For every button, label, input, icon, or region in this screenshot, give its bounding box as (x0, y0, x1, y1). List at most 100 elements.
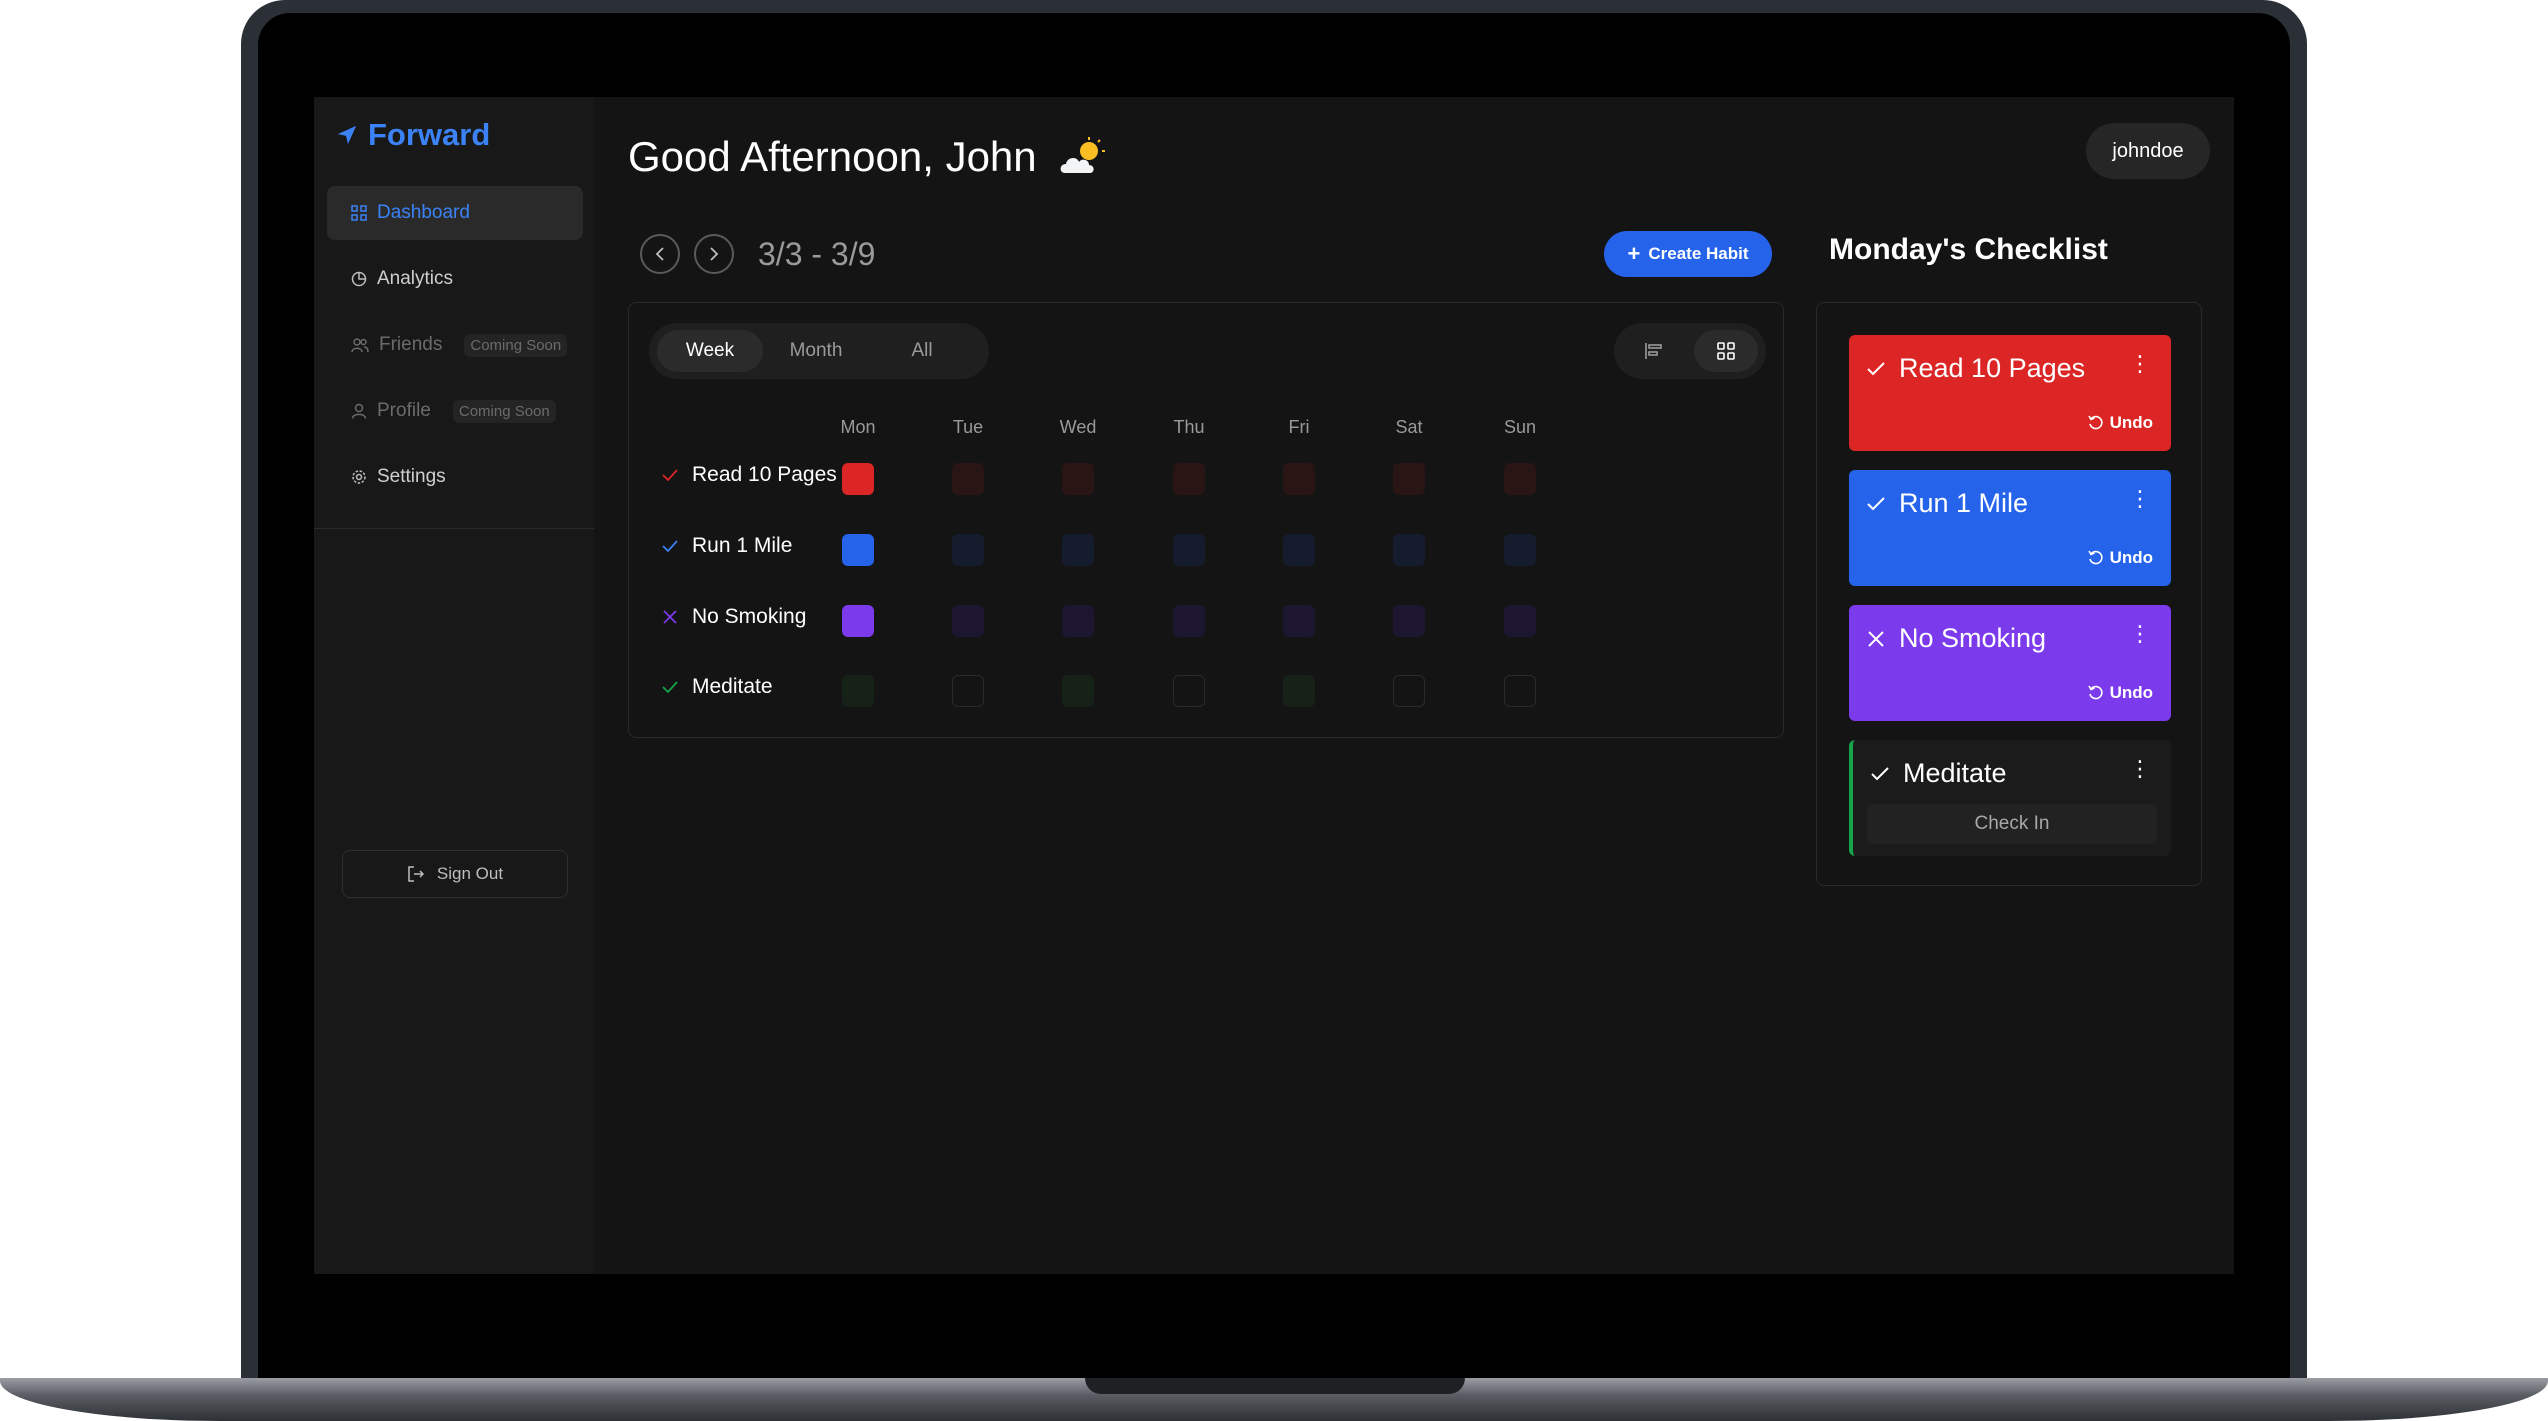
habit-day-cell[interactable] (1283, 675, 1315, 707)
bar-list-icon (1645, 343, 1662, 359)
sidebar-item-dashboard[interactable]: Dashboard (327, 186, 583, 240)
greeting-header: Good Afternoon, John (628, 133, 1107, 181)
habit-day-cell[interactable] (1393, 675, 1425, 707)
day-header-tue: Tue (952, 417, 984, 437)
undo-icon (2087, 685, 2103, 700)
day-header-sat: Sat (1395, 417, 1423, 437)
habit-day-cell[interactable] (952, 605, 984, 637)
habit-day-cell[interactable] (842, 605, 874, 637)
check-icon (1871, 766, 1889, 780)
habit-day-cell[interactable] (842, 534, 874, 566)
undo-button[interactable]: Undo (2087, 413, 2153, 433)
more-vertical-icon[interactable]: ⋮ (2129, 353, 2151, 375)
tab-week[interactable]: Week (657, 330, 763, 372)
chevron-right-icon (710, 247, 719, 261)
checklist-card-no-smoking[interactable]: No Smoking ⋮ Undo (1849, 605, 2171, 721)
day-header-thu: Thu (1173, 417, 1205, 437)
next-week-button[interactable] (694, 234, 734, 274)
habit-row-no-smoking[interactable]: No Smoking (662, 605, 806, 629)
week-navigation: 3/3 - 3/9 (640, 234, 875, 274)
sidebar-item-settings[interactable]: Settings (327, 450, 583, 504)
checklist-card-meditate[interactable]: Meditate ⋮ Check In (1849, 740, 2171, 856)
sidebar-item-label: Profile (377, 400, 431, 421)
create-habit-button[interactable]: + Create Habit (1604, 231, 1772, 277)
pie-chart-icon (351, 271, 367, 287)
partly-cloudy-icon (1060, 137, 1105, 173)
day-header-sun: Sun (1503, 417, 1537, 437)
grid-icon (351, 205, 367, 221)
view-range-tabs: Week Month All (649, 323, 989, 379)
habit-day-cell[interactable] (1173, 605, 1205, 637)
checklist-card-run[interactable]: Run 1 Mile ⋮ Undo (1849, 470, 2171, 586)
day-header-wed: Wed (1059, 417, 1097, 437)
grid-view-button[interactable] (1694, 330, 1758, 372)
undo-icon (2087, 550, 2103, 565)
chevron-left-icon (655, 247, 664, 261)
check-icon (662, 681, 678, 694)
habit-day-cell[interactable] (1283, 605, 1315, 637)
habit-day-cell[interactable] (1393, 605, 1425, 637)
create-habit-label: Create Habit (1648, 244, 1749, 263)
undo-button[interactable]: Undo (2087, 548, 2153, 568)
habit-day-cell[interactable] (1283, 534, 1315, 566)
sidebar-item-friends[interactable]: Friends Coming Soon (327, 318, 583, 372)
coming-soon-badge: Coming Soon (464, 333, 568, 357)
habit-day-cell[interactable] (952, 534, 984, 566)
habit-day-cell[interactable] (1173, 675, 1205, 707)
week-range: 3/3 - 3/9 (758, 235, 876, 272)
plus-icon: + (1627, 241, 1641, 266)
sidebar-item-profile[interactable]: Profile Coming Soon (327, 384, 583, 438)
gear-icon (352, 470, 366, 484)
more-vertical-icon[interactable]: ⋮ (2129, 758, 2151, 780)
checklist-title: Monday's Checklist (1829, 233, 2108, 266)
app-logo[interactable]: Forward (336, 117, 490, 153)
habit-day-cell[interactable] (1173, 534, 1205, 566)
list-view-button[interactable] (1622, 330, 1686, 372)
habit-day-cell[interactable] (1062, 463, 1094, 495)
habit-day-cell[interactable] (952, 463, 984, 495)
undo-icon (2087, 415, 2103, 430)
habit-day-cell[interactable] (842, 675, 874, 707)
habit-row-run[interactable]: Run 1 Mile (662, 534, 792, 558)
sidebar-divider (314, 528, 594, 529)
habit-day-cell[interactable] (1283, 463, 1315, 495)
habit-day-cell[interactable] (1173, 463, 1205, 495)
sign-out-icon (408, 866, 424, 882)
check-in-button[interactable]: Check In (1867, 804, 2157, 844)
layout-toggle (1614, 323, 1766, 379)
habit-name: No Smoking (692, 605, 807, 628)
sidebar-item-analytics[interactable]: Analytics (327, 252, 583, 306)
check-icon (662, 469, 678, 482)
habit-day-cell[interactable] (1062, 675, 1094, 707)
undo-button[interactable]: Undo (2087, 683, 2153, 703)
previous-week-button[interactable] (640, 234, 680, 274)
habit-day-cell[interactable] (1393, 534, 1425, 566)
card-title: Meditate (1871, 758, 2007, 789)
habit-day-cell[interactable] (952, 675, 984, 707)
habit-day-cell[interactable] (1504, 463, 1536, 495)
tab-all[interactable]: All (869, 330, 975, 372)
sidebar-item-label: Analytics (377, 268, 454, 289)
habit-day-cell[interactable] (1504, 675, 1536, 707)
sidebar: Forward Dashboard Analytics Friends Comi… (314, 97, 594, 1274)
coming-soon-badge: Coming Soon (452, 399, 556, 423)
habit-day-cell[interactable] (1504, 534, 1536, 566)
greeting-text: Good Afternoon, John (628, 133, 1037, 180)
sign-out-button[interactable]: Sign Out (342, 850, 568, 898)
more-vertical-icon[interactable]: ⋮ (2129, 623, 2151, 645)
tab-month[interactable]: Month (763, 330, 869, 372)
habit-day-cell[interactable] (1062, 534, 1094, 566)
habit-day-cell[interactable] (842, 463, 874, 495)
habit-day-cell[interactable] (1062, 605, 1094, 637)
checklist-card-read[interactable]: Read 10 Pages ⋮ Undo (1849, 335, 2171, 451)
app-screen: Forward Dashboard Analytics Friends Comi… (314, 97, 2234, 1274)
habit-day-cell[interactable] (1393, 463, 1425, 495)
user-menu-button[interactable]: johndoe (2086, 123, 2210, 179)
sidebar-item-label: Friends (379, 334, 443, 355)
more-vertical-icon[interactable]: ⋮ (2129, 488, 2151, 510)
habit-day-cell[interactable] (1504, 605, 1536, 637)
sidebar-item-label: Dashboard (377, 202, 470, 223)
grid-icon (1717, 342, 1735, 360)
habit-row-read[interactable]: Read 10 Pages (662, 463, 837, 487)
habit-row-meditate[interactable]: Meditate (662, 675, 773, 699)
